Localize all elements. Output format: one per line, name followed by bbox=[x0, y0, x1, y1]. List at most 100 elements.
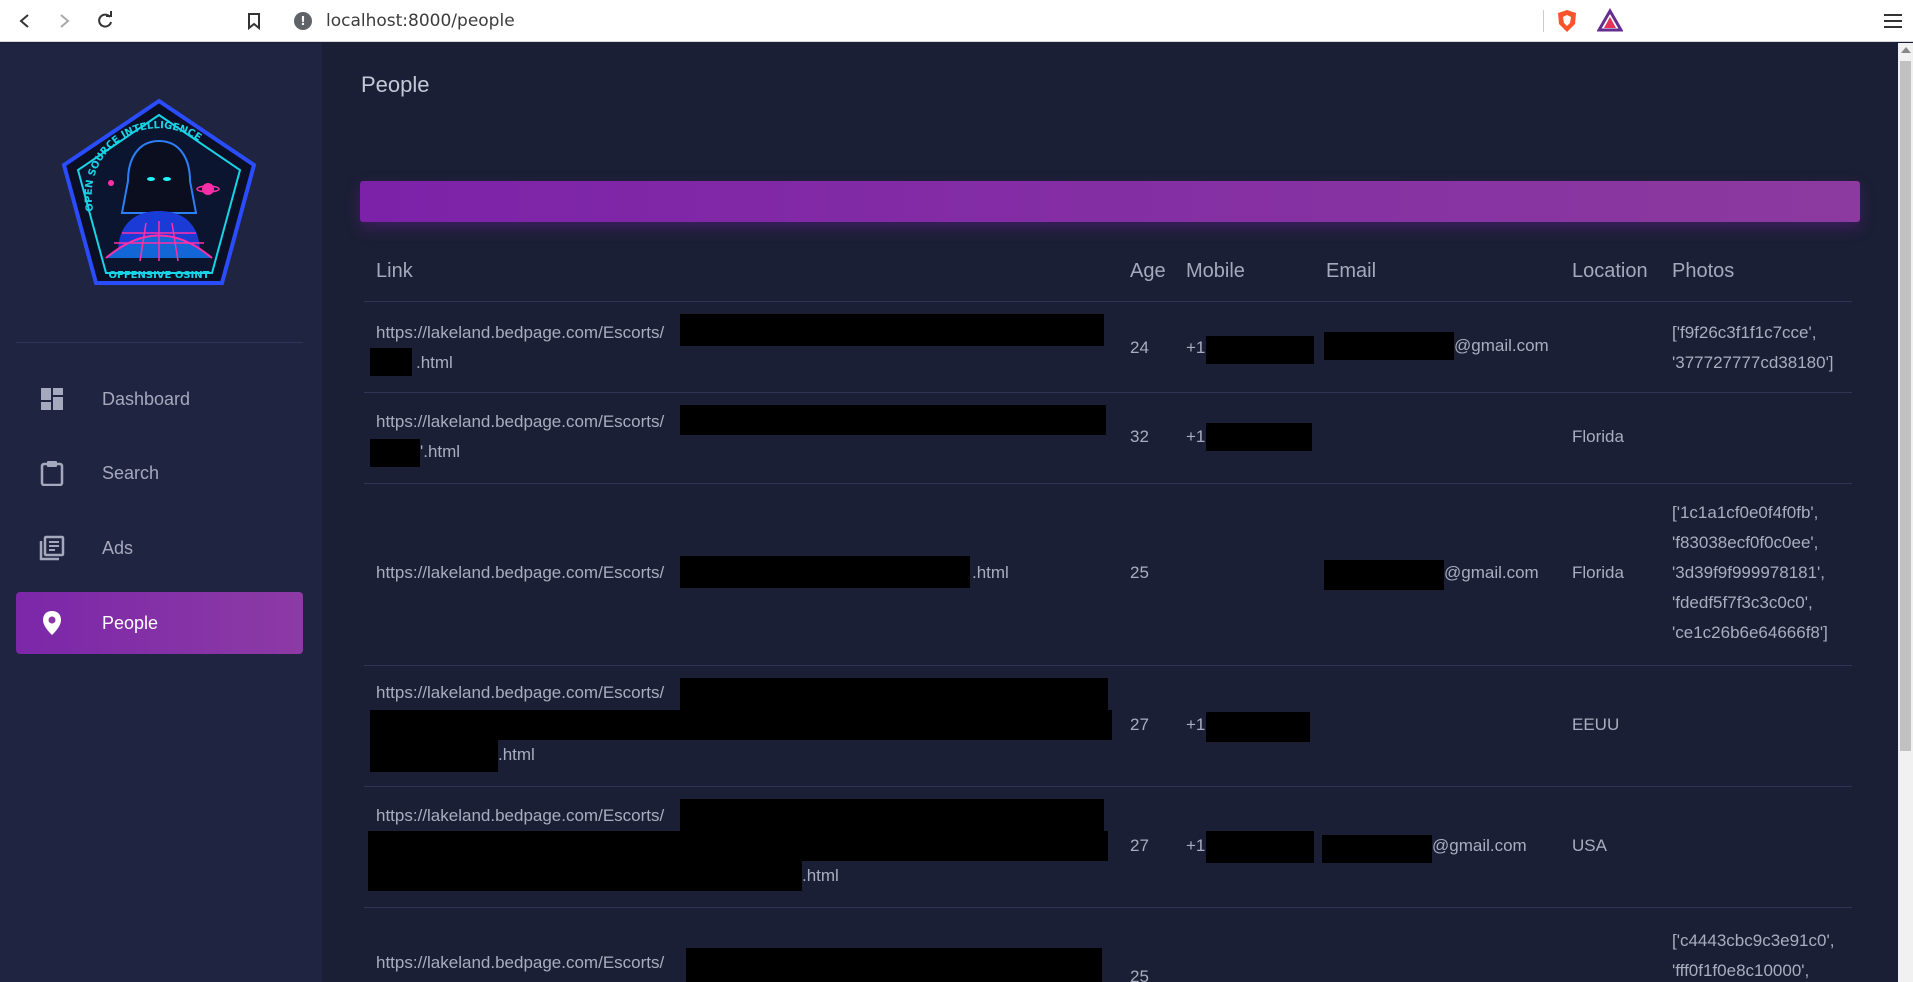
table-row[interactable]: https://lakeland.bedpage.com/Escorts/ '.… bbox=[364, 393, 1852, 484]
redaction-bar bbox=[1324, 560, 1444, 590]
back-arrow-icon bbox=[19, 14, 29, 28]
photos-line: 'ce1c26b6e64666f8'] bbox=[1672, 623, 1828, 642]
email-cell: @gmail.com bbox=[1454, 336, 1549, 355]
sidebar-divider bbox=[16, 342, 303, 343]
photos-line: ['f9f26c3f1f1c7cce', bbox=[1672, 323, 1817, 342]
brave-shield-icon[interactable] bbox=[1554, 8, 1580, 34]
address-separator bbox=[1543, 10, 1544, 32]
page-title: People bbox=[361, 72, 430, 97]
link-suffix[interactable]: .html bbox=[416, 348, 453, 378]
scroll-up-arrow-icon[interactable] bbox=[1901, 47, 1911, 53]
table-row[interactable]: https://lakeland.bedpage.com/Escorts/ .h… bbox=[364, 302, 1852, 393]
age-cell: 32 bbox=[1130, 427, 1149, 446]
link-prefix[interactable]: https://lakeland.bedpage.com/Escorts/ bbox=[376, 407, 664, 437]
redaction-bar bbox=[686, 948, 1102, 982]
sidebar-item-label: Search bbox=[102, 462, 160, 483]
redaction-bar bbox=[680, 405, 1106, 435]
column-header-email: Email bbox=[1326, 260, 1377, 282]
redaction-bar bbox=[370, 740, 498, 772]
reload-icon bbox=[98, 11, 112, 28]
scrollbar-thumb[interactable] bbox=[1900, 61, 1911, 751]
age-cell: 27 bbox=[1130, 836, 1149, 855]
redaction-bar bbox=[368, 831, 1108, 861]
logo-text-bottom: OFFENSIVE OSINT bbox=[109, 270, 210, 281]
forward-button[interactable] bbox=[49, 6, 79, 36]
bookmark-button[interactable] bbox=[239, 6, 269, 36]
redaction-bar bbox=[680, 556, 970, 588]
column-header-photos: Photos bbox=[1672, 260, 1735, 282]
redaction-bar bbox=[1206, 336, 1314, 364]
column-header-location: Location bbox=[1572, 260, 1648, 282]
column-header-link: Link bbox=[376, 260, 413, 282]
url-text: localhost:8000/people bbox=[326, 11, 515, 31]
link-suffix[interactable]: .html bbox=[802, 861, 839, 891]
sidebar-item-people[interactable]: People bbox=[16, 592, 303, 654]
table-row[interactable]: https://lakeland.bedpage.com/Escorts/ 25… bbox=[364, 908, 1852, 982]
photos-line: '3d39f9f999978181', bbox=[1672, 563, 1826, 582]
photos-line: ['1c1a1cf0e0f4f0fb', bbox=[1672, 503, 1819, 522]
redaction-bar bbox=[680, 678, 1108, 712]
redaction-bar bbox=[368, 861, 802, 891]
email-cell: @gmail.com bbox=[1432, 836, 1527, 855]
hooded-figure-logo-icon: OPEN SOURCE INTELLIGENCE OFFENSIVE OSINT bbox=[61, 98, 257, 285]
brave-rewards-icon[interactable] bbox=[1597, 8, 1623, 34]
photos-line: 'fdedf5f7f3c3c0c0', bbox=[1672, 593, 1813, 612]
redaction-bar bbox=[1206, 712, 1310, 742]
redaction-bar bbox=[1322, 835, 1432, 863]
page-scrollbar[interactable] bbox=[1898, 43, 1913, 982]
library-books-icon bbox=[38, 534, 66, 562]
redaction-bar bbox=[1324, 332, 1454, 360]
table-header: Link Age Mobile Email Location Photos bbox=[364, 248, 1852, 302]
sidebar-item-search[interactable]: Search bbox=[16, 442, 303, 504]
browser-toolbar: ! localhost:8000/people bbox=[0, 0, 1913, 42]
sidebar-item-dashboard[interactable]: Dashboard bbox=[16, 368, 303, 430]
redaction-bar bbox=[680, 799, 1104, 831]
column-header-mobile: Mobile bbox=[1186, 260, 1245, 282]
link-prefix[interactable]: https://lakeland.bedpage.com/Escorts/ bbox=[376, 558, 664, 588]
age-cell: 27 bbox=[1130, 715, 1149, 734]
redaction-bar bbox=[680, 314, 1104, 346]
browser-menu-button[interactable] bbox=[1880, 8, 1906, 34]
column-header-age: Age bbox=[1130, 260, 1166, 282]
mobile-cell: +1 bbox=[1186, 715, 1206, 734]
sidebar-item-label: People bbox=[102, 612, 159, 633]
hamburger-menu-icon bbox=[1884, 14, 1902, 28]
clipboard-icon bbox=[38, 459, 66, 487]
redaction-bar bbox=[1206, 423, 1312, 451]
mobile-cell: +1 bbox=[1186, 427, 1206, 446]
sidebar: OPEN SOURCE INTELLIGENCE OFFENSIVE OSINT… bbox=[0, 43, 322, 982]
link-suffix[interactable]: .html bbox=[972, 558, 1009, 588]
age-cell: 25 bbox=[1130, 563, 1149, 582]
redaction-bar bbox=[370, 439, 420, 467]
photos-line: ['c4443cbc9c3e91c0', bbox=[1672, 931, 1835, 950]
photos-line: 'fff0f1f0e8c10000', bbox=[1672, 961, 1810, 980]
redaction-bar bbox=[370, 348, 412, 376]
back-button[interactable] bbox=[10, 6, 40, 36]
location-pin-icon bbox=[38, 609, 66, 637]
link-suffix[interactable]: '.html bbox=[420, 437, 460, 467]
site-info-icon[interactable]: ! bbox=[294, 12, 312, 30]
people-table: Link Age Mobile Email Location Photos ht… bbox=[364, 248, 1852, 982]
table-row[interactable]: https://lakeland.bedpage.com/Escorts/ .h… bbox=[364, 787, 1852, 908]
sidebar-item-ads[interactable]: Ads bbox=[16, 517, 303, 579]
location-cell: EEUU bbox=[1572, 715, 1620, 734]
mobile-cell: +1 bbox=[1186, 338, 1206, 357]
link-prefix[interactable]: https://lakeland.bedpage.com/Escorts/ bbox=[376, 318, 664, 348]
mobile-cell: +1 bbox=[1186, 836, 1206, 855]
sidebar-item-label: Dashboard bbox=[102, 388, 191, 409]
osint-logo: OPEN SOURCE INTELLIGENCE OFFENSIVE OSINT bbox=[56, 93, 262, 293]
table-row[interactable]: https://lakeland.bedpage.com/Escorts/ .h… bbox=[364, 484, 1852, 666]
location-cell: Florida bbox=[1572, 427, 1624, 446]
address-bar[interactable]: ! localhost:8000/people bbox=[282, 4, 1632, 38]
link-prefix[interactable]: https://lakeland.bedpage.com/Escorts/ bbox=[376, 801, 664, 831]
redaction-bar bbox=[1206, 831, 1314, 863]
header-banner bbox=[360, 181, 1860, 222]
photos-line: '377727777cd38180'] bbox=[1672, 353, 1834, 372]
table-row[interactable]: https://lakeland.bedpage.com/Escorts/ .h… bbox=[364, 666, 1852, 787]
link-prefix[interactable]: https://lakeland.bedpage.com/Escorts/ bbox=[376, 678, 664, 708]
bookmark-icon bbox=[248, 13, 260, 31]
reload-button[interactable] bbox=[90, 6, 120, 36]
sidebar-item-label: Ads bbox=[102, 537, 134, 558]
link-suffix[interactable]: .html bbox=[498, 740, 535, 770]
link-prefix[interactable]: https://lakeland.bedpage.com/Escorts/ bbox=[376, 948, 664, 978]
